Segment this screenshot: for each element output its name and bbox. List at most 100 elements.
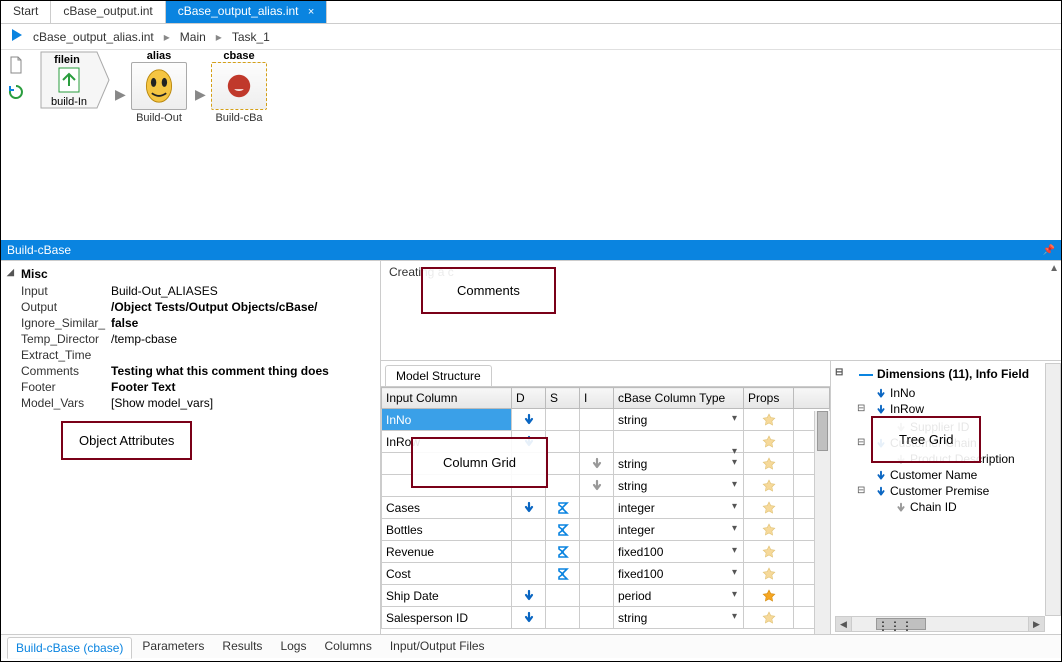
cell-i[interactable] bbox=[580, 497, 614, 519]
cell-s[interactable] bbox=[546, 519, 580, 541]
grid-row[interactable]: Cost fixed100 bbox=[382, 563, 830, 585]
cell-input-column[interactable]: InNo bbox=[382, 409, 512, 431]
bottom-tab[interactable]: Input/Output Files bbox=[382, 636, 493, 658]
cell-i[interactable] bbox=[580, 453, 614, 475]
tree-item[interactable]: ⊟InRow bbox=[835, 401, 1059, 417]
cell-d[interactable] bbox=[512, 519, 546, 541]
expand-icon[interactable]: ⊟ bbox=[857, 403, 865, 414]
cell-d[interactable] bbox=[512, 585, 546, 607]
cell-props[interactable] bbox=[744, 409, 794, 431]
grid-header[interactable]: Props bbox=[744, 388, 794, 409]
cell-input-column[interactable]: Revenue bbox=[382, 541, 512, 563]
grid-header[interactable]: D bbox=[512, 388, 546, 409]
cell-s[interactable] bbox=[546, 497, 580, 519]
cell-type[interactable]: integer bbox=[614, 519, 744, 541]
prop-row[interactable]: InputBuild-Out_ALIASES bbox=[7, 283, 374, 299]
prop-row[interactable]: CommentsTesting what this comment thing … bbox=[7, 363, 374, 379]
cell-i[interactable] bbox=[580, 541, 614, 563]
cell-i[interactable] bbox=[580, 607, 614, 629]
cell-props[interactable] bbox=[744, 497, 794, 519]
scroll-thumb[interactable]: ⋮⋮⋮ bbox=[876, 618, 926, 630]
node-alias[interactable]: alias Build-Out bbox=[129, 50, 189, 124]
tree-scrollbar-v[interactable] bbox=[1045, 363, 1061, 616]
cell-i[interactable] bbox=[580, 563, 614, 585]
cell-i[interactable] bbox=[580, 431, 614, 453]
grid-header[interactable]: S bbox=[546, 388, 580, 409]
cell-input-column[interactable]: Ship Date bbox=[382, 585, 512, 607]
prop-row[interactable]: Temp_Director/temp-cbase bbox=[7, 331, 374, 347]
tree-scrollbar-h[interactable]: ◀ ⋮⋮⋮ ▶ bbox=[835, 616, 1045, 632]
cell-props[interactable] bbox=[744, 475, 794, 497]
grid-header[interactable]: I bbox=[580, 388, 614, 409]
cell-type[interactable]: string bbox=[614, 607, 744, 629]
cell-d[interactable] bbox=[512, 563, 546, 585]
cell-s[interactable] bbox=[546, 431, 580, 453]
run-icon[interactable] bbox=[9, 27, 25, 46]
pin-icon[interactable]: 📌 bbox=[1043, 245, 1055, 256]
cell-s[interactable] bbox=[546, 585, 580, 607]
cell-s[interactable] bbox=[546, 607, 580, 629]
tab-cbase-output[interactable]: cBase_output.int bbox=[51, 1, 165, 23]
cell-input-column[interactable]: Cost bbox=[382, 563, 512, 585]
grid-row[interactable]: Salesperson ID string bbox=[382, 607, 830, 629]
cell-type[interactable]: string bbox=[614, 409, 744, 431]
cell-s[interactable] bbox=[546, 475, 580, 497]
column-grid[interactable]: Input ColumnDSIcBase Column TypeProps In… bbox=[381, 387, 830, 634]
refresh-icon[interactable] bbox=[7, 83, 25, 104]
crumb-main[interactable]: Main bbox=[180, 30, 206, 44]
crumb-file[interactable]: cBase_output_alias.int bbox=[33, 30, 154, 44]
cell-props[interactable] bbox=[744, 585, 794, 607]
cell-d[interactable] bbox=[512, 607, 546, 629]
cell-type[interactable] bbox=[614, 431, 744, 453]
tree-header[interactable]: Dimensions (11), Info Field bbox=[835, 365, 1059, 385]
document-icon[interactable] bbox=[7, 56, 25, 77]
tree-item[interactable]: InNo bbox=[835, 385, 1059, 401]
prop-row[interactable]: FooterFooter Text bbox=[7, 379, 374, 395]
cell-i[interactable] bbox=[580, 519, 614, 541]
comments-area[interactable]: Creating a c ▲ Comments bbox=[381, 261, 1061, 361]
expand-icon[interactable]: ⊟ bbox=[857, 437, 865, 448]
node-filein[interactable]: filein build-In bbox=[39, 50, 99, 113]
tab-model-structure[interactable]: Model Structure bbox=[385, 365, 492, 386]
cell-type[interactable]: period bbox=[614, 585, 744, 607]
cell-i[interactable] bbox=[580, 585, 614, 607]
expand-icon[interactable]: ⊟ bbox=[857, 485, 865, 496]
cell-props[interactable] bbox=[744, 563, 794, 585]
scroll-up-icon[interactable]: ▲ bbox=[1049, 263, 1059, 274]
tree-item[interactable]: Chain ID bbox=[835, 499, 1059, 515]
cell-d[interactable] bbox=[512, 541, 546, 563]
tab-start[interactable]: Start bbox=[1, 1, 51, 23]
prop-row[interactable]: Ignore_Similar_false bbox=[7, 315, 374, 331]
bottom-tab[interactable]: Columns bbox=[316, 636, 379, 658]
cell-d[interactable] bbox=[512, 409, 546, 431]
prop-row[interactable]: Output/Object Tests/Output Objects/cBase… bbox=[7, 299, 374, 315]
node-cbase[interactable]: cbase Build-cBa bbox=[209, 50, 269, 124]
tree-item[interactable]: ⊟Customer Premise bbox=[835, 483, 1059, 499]
scroll-left-icon[interactable]: ◀ bbox=[836, 617, 852, 631]
cell-type[interactable]: string bbox=[614, 475, 744, 497]
grid-row[interactable]: Ship Date period bbox=[382, 585, 830, 607]
cell-props[interactable] bbox=[744, 519, 794, 541]
cell-type[interactable]: fixed100 bbox=[614, 563, 744, 585]
cell-type[interactable]: integer bbox=[614, 497, 744, 519]
cell-props[interactable] bbox=[744, 541, 794, 563]
close-icon[interactable]: × bbox=[308, 6, 314, 18]
bottom-tab[interactable]: Build-cBase (cbase) bbox=[7, 637, 132, 659]
cell-s[interactable] bbox=[546, 409, 580, 431]
cell-input-column[interactable]: Bottles bbox=[382, 519, 512, 541]
cell-input-column[interactable]: Cases bbox=[382, 497, 512, 519]
crumb-task[interactable]: Task_1 bbox=[232, 30, 270, 44]
grid-row[interactable]: InNo string bbox=[382, 409, 830, 431]
tab-cbase-output-alias[interactable]: cBase_output_alias.int × bbox=[166, 1, 328, 23]
grid-row[interactable]: Revenue fixed100 bbox=[382, 541, 830, 563]
cell-input-column[interactable]: Salesperson ID bbox=[382, 607, 512, 629]
cell-s[interactable] bbox=[546, 563, 580, 585]
cell-i[interactable] bbox=[580, 409, 614, 431]
cell-i[interactable] bbox=[580, 475, 614, 497]
cell-type[interactable]: fixed100 bbox=[614, 541, 744, 563]
grid-row[interactable]: Bottles integer bbox=[382, 519, 830, 541]
grid-header[interactable]: cBase Column Type bbox=[614, 388, 744, 409]
cell-props[interactable] bbox=[744, 453, 794, 475]
cell-s[interactable] bbox=[546, 453, 580, 475]
tree-item[interactable]: Customer Name bbox=[835, 467, 1059, 483]
